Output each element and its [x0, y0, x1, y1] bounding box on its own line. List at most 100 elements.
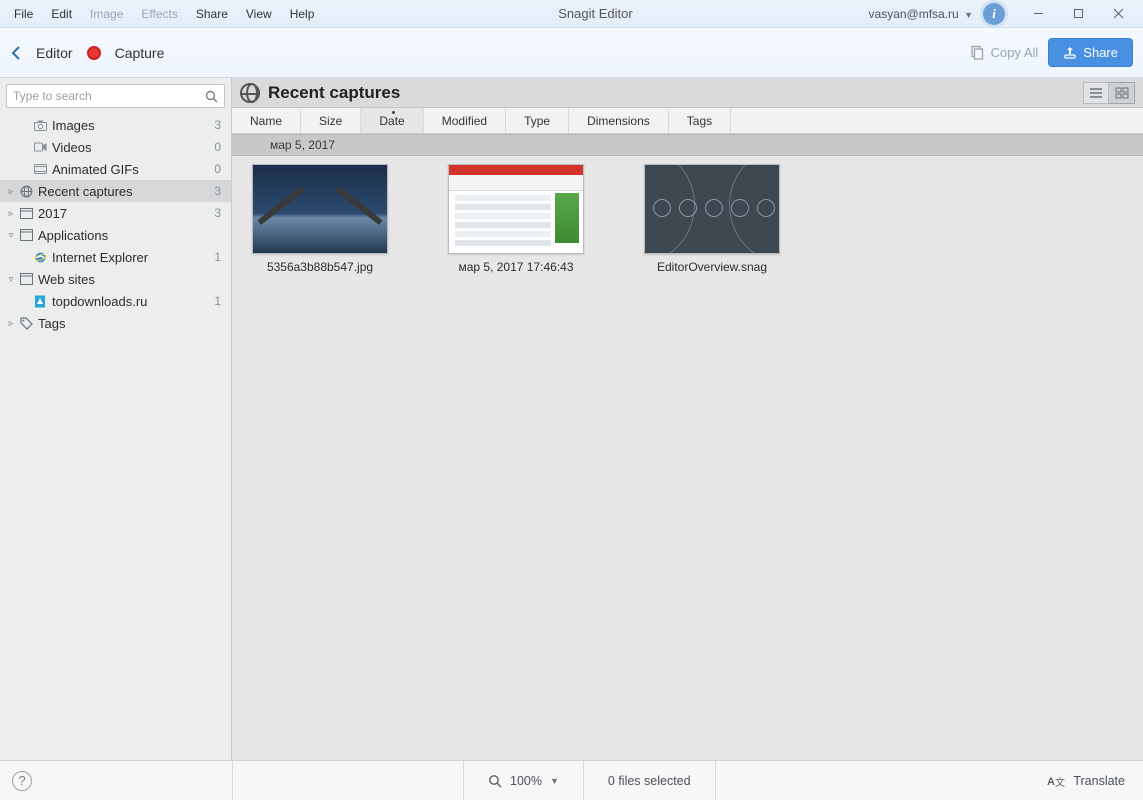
tree-item-animated-gifs[interactable]: Animated GIFs0	[0, 158, 231, 180]
tree-item-web-sites[interactable]: ▿ Web sites	[0, 268, 231, 290]
minimize-button[interactable]	[1021, 3, 1055, 25]
tree-item-label: Tags	[38, 316, 221, 331]
close-button[interactable]	[1101, 3, 1135, 25]
help-button[interactable]: ?	[12, 771, 32, 791]
info-icon[interactable]: i	[983, 3, 1005, 25]
tree-item-label: Internet Explorer	[52, 250, 214, 265]
tree-item-label: Recent captures	[38, 184, 214, 199]
video-icon	[32, 142, 48, 152]
selection-status: 0 files selected	[584, 774, 715, 788]
tag-icon	[18, 317, 34, 330]
tree-item-count: 0	[214, 140, 221, 154]
list-view-button[interactable]	[1083, 82, 1109, 104]
record-icon	[87, 46, 101, 60]
magnifier-icon	[488, 774, 502, 788]
selection-text: 0 files selected	[608, 774, 691, 788]
tree-item-count: 0	[214, 162, 221, 176]
globe-icon	[240, 83, 260, 103]
svg-text:A: A	[1047, 776, 1055, 788]
gif-icon	[32, 164, 48, 174]
calendar-icon	[18, 207, 34, 219]
editor-tab[interactable]: Editor	[36, 45, 73, 61]
user-menu[interactable]: vasyan@mfsa.ru ▼	[869, 7, 973, 21]
thumbnail-item[interactable]: мар 5, 2017 17:46:43	[446, 164, 586, 274]
menu-help[interactable]: Help	[282, 3, 323, 25]
sidebar: Images3Videos0Animated GIFs0▹Recent capt…	[0, 78, 232, 760]
chevron-down-icon: ▼	[550, 776, 559, 786]
thumbnail-item[interactable]: 5356a3b88b547.jpg	[250, 164, 390, 274]
search-box[interactable]	[6, 84, 225, 108]
globe-icon	[18, 185, 34, 198]
translate-label: Translate	[1073, 774, 1125, 788]
expander-icon: ▿	[4, 230, 18, 241]
camera-icon	[32, 120, 48, 131]
back-button[interactable]	[10, 45, 22, 61]
tree-item-images[interactable]: Images3	[0, 114, 231, 136]
share-icon	[1063, 46, 1077, 60]
tree-item-topdownloads-ru[interactable]: topdownloads.ru1	[0, 290, 231, 312]
list-icon	[1089, 87, 1103, 99]
tree-item-label: topdownloads.ru	[52, 294, 214, 309]
tree-item-count: 3	[214, 206, 221, 220]
menu-file[interactable]: File	[6, 3, 41, 25]
search-input[interactable]	[13, 89, 205, 103]
translate-icon: A文	[1047, 773, 1065, 789]
thumbnail-image	[448, 164, 584, 254]
tree-item-videos[interactable]: Videos0	[0, 136, 231, 158]
title-bar: File Edit Image Effects Share View Help …	[0, 0, 1143, 28]
column-tags[interactable]: Tags	[669, 108, 731, 133]
menu-edit[interactable]: Edit	[43, 3, 80, 25]
column-name[interactable]: Name	[232, 108, 301, 133]
view-toggle	[1083, 82, 1135, 104]
tree-item-label: Web sites	[38, 272, 221, 287]
library-tree: Images3Videos0Animated GIFs0▹Recent capt…	[0, 114, 231, 334]
tree-item-label: Images	[52, 118, 214, 133]
tree-item-tags[interactable]: ▹Tags	[0, 312, 231, 334]
main-toolbar: Editor Capture Copy All Share	[0, 28, 1143, 78]
column-date[interactable]: Date	[361, 108, 423, 133]
user-email: vasyan@mfsa.ru	[869, 7, 959, 21]
tree-item-applications[interactable]: ▿ Applications	[0, 224, 231, 246]
tree-item-count: 3	[214, 118, 221, 132]
translate-button[interactable]: A文 Translate	[1047, 773, 1143, 789]
column-size[interactable]: Size	[301, 108, 361, 133]
status-bar: ? 100% ▼ 0 files selected A文 Translate	[0, 760, 1143, 800]
thumbnail-caption: 5356a3b88b547.jpg	[267, 260, 373, 274]
chevron-down-icon: ▼	[964, 10, 973, 20]
ie-icon	[32, 251, 48, 264]
copy-icon	[969, 45, 985, 61]
copy-all-button[interactable]: Copy All	[969, 45, 1039, 61]
tree-item-recent-captures[interactable]: ▹Recent captures3	[0, 180, 231, 202]
menu-effects: Effects	[133, 3, 185, 25]
column-headers: NameSizeDateModifiedTypeDimensionsTags	[232, 108, 1143, 134]
date-group-header[interactable]: мар 5, 2017	[232, 134, 1143, 156]
menu-share[interactable]: Share	[188, 3, 236, 25]
tree-item-label: Videos	[52, 140, 214, 155]
expander-icon: ▹	[4, 186, 18, 197]
tree-item-label: 2017	[38, 206, 214, 221]
column-dimensions[interactable]: Dimensions	[569, 108, 669, 133]
content-header: Recent captures	[232, 78, 1143, 108]
grid-icon	[1115, 87, 1129, 99]
grid-view-button[interactable]	[1109, 82, 1135, 104]
thumbnail-caption: EditorOverview.snag	[657, 260, 767, 274]
thumbnail-item[interactable]: EditorOverview.snag	[642, 164, 782, 274]
column-type[interactable]: Type	[506, 108, 569, 133]
menu-view[interactable]: View	[238, 3, 280, 25]
copy-all-label: Copy All	[991, 45, 1039, 60]
zoom-control[interactable]: 100% ▼	[464, 774, 583, 788]
window-icon	[18, 273, 34, 285]
maximize-button[interactable]	[1061, 3, 1095, 25]
share-button[interactable]: Share	[1048, 38, 1133, 67]
tree-item-label: Applications	[38, 228, 221, 243]
expander-icon: ▿	[4, 274, 18, 285]
capture-tab[interactable]: Capture	[115, 45, 165, 61]
tree-item-2017[interactable]: ▹20173	[0, 202, 231, 224]
menu-bar: File Edit Image Effects Share View Help	[0, 3, 322, 25]
site-icon	[32, 295, 48, 308]
zoom-value: 100%	[510, 774, 542, 788]
thumbnail-image	[252, 164, 388, 254]
share-label: Share	[1083, 45, 1118, 60]
column-modified[interactable]: Modified	[424, 108, 506, 133]
tree-item-internet-explorer[interactable]: Internet Explorer1	[0, 246, 231, 268]
